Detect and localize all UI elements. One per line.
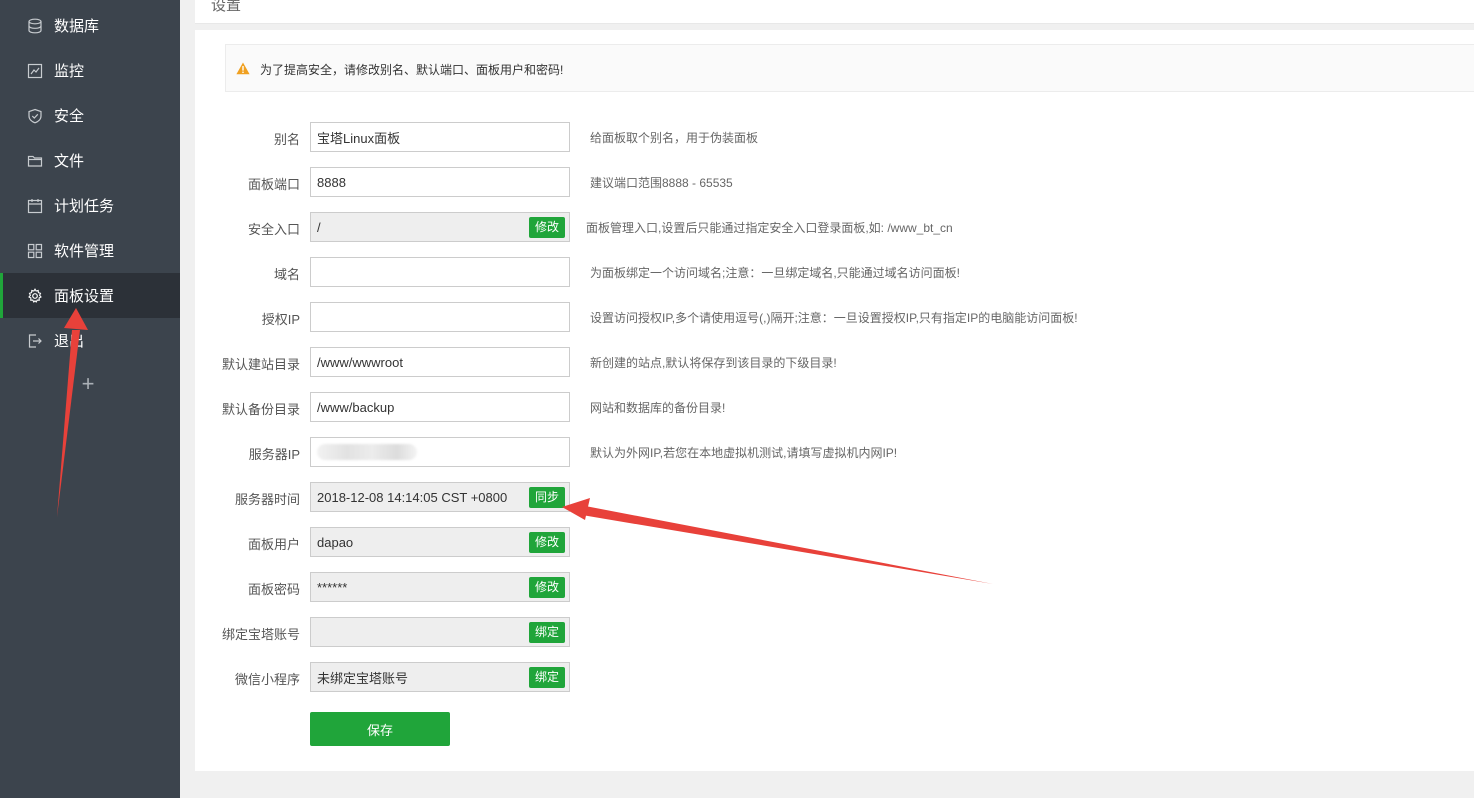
field-label: 微信小程序	[234, 672, 300, 687]
sidebar: 数据库 监控 安全 文件 计划任务 软件管理 面板设置 退出 +	[0, 0, 180, 798]
field-hint: 默认为外网IP,若您在本地虚拟机测试,请填写虚拟机内网IP!	[590, 446, 898, 460]
form-row-panel-password: 面板密码 ****** 修改	[195, 572, 1474, 602]
page-title: 设置	[211, 0, 242, 14]
sidebar-item-label: 面板设置	[54, 288, 115, 305]
bind-account-field: 绑定	[310, 617, 570, 647]
sidebar-item-label: 退出	[54, 333, 85, 350]
field-value: 2018-12-08 14:14:05 CST +0800	[317, 489, 508, 505]
form-row-domain: 域名 为面板绑定一个访问域名;注意：一旦绑定域名,只能通过域名访问面板!	[195, 257, 1474, 287]
field-hint: 为面板绑定一个访问域名;注意：一旦绑定域名,只能通过域名访问面板!	[590, 266, 961, 280]
field-label: 面板端口	[247, 177, 300, 192]
sidebar-item-security[interactable]: 安全	[0, 93, 180, 138]
field-label: 默认备份目录	[221, 402, 300, 417]
field-label: 域名	[273, 267, 300, 282]
folder-icon	[26, 152, 43, 169]
domain-input[interactable]	[310, 257, 570, 287]
form-row-alias: 别名 给面板取个别名，用于伪装面板	[195, 122, 1474, 152]
sidebar-item-label: 文件	[54, 153, 85, 170]
field-hint: 给面板取个别名，用于伪装面板	[590, 131, 759, 145]
field-label: 绑定宝塔账号	[221, 627, 300, 642]
panel-user-field: dapao 修改	[310, 527, 570, 557]
logout-icon	[26, 332, 43, 349]
calendar-icon	[26, 197, 43, 214]
field-label: 授权IP	[261, 312, 300, 327]
field-value: ******	[317, 579, 348, 595]
site-dir-input[interactable]	[310, 347, 570, 377]
form-row-server-time: 服务器时间 2018-12-08 14:14:05 CST +0800 同步	[195, 482, 1474, 512]
form-row-backup-dir: 默认备份目录 网站和数据库的备份目录!	[195, 392, 1474, 422]
bind-wechat-button[interactable]: 绑定	[528, 667, 565, 688]
field-label: 面板用户	[247, 537, 300, 552]
page-header: 设置	[195, 0, 1474, 24]
monitor-icon	[26, 62, 43, 79]
backup-dir-input[interactable]	[310, 392, 570, 422]
form-row-authorized-ip: 授权IP 设置访问授权IP,多个请使用逗号(,)隔开;注意：一旦设置授权IP,只…	[195, 302, 1474, 332]
sidebar-item-monitor[interactable]: 监控	[0, 48, 180, 93]
save-button[interactable]: 保存	[310, 712, 450, 746]
shield-icon	[26, 107, 43, 124]
port-input[interactable]	[310, 167, 570, 197]
form-row-site-dir: 默认建站目录 新创建的站点,默认将保存到该目录的下级目录!	[195, 347, 1474, 377]
settings-panel: 为了提高安全，请修改别名、默认端口、面板用户和密码! 别名 给面板取个别名，用于…	[195, 30, 1474, 771]
field-value: /	[317, 219, 321, 235]
notice-text: 为了提高安全，请修改别名、默认端口、面板用户和密码!	[260, 63, 564, 77]
sidebar-item-logout[interactable]: 退出	[0, 318, 180, 363]
wechat-miniapp-field: 未绑定宝塔账号 绑定	[310, 662, 570, 692]
sidebar-item-label: 数据库	[54, 18, 100, 35]
form-row-security-entry: 安全入口 / 修改 面板管理入口,设置后只能通过指定安全入口登录面板,如: /w…	[195, 212, 1474, 242]
security-notice: 为了提高安全，请修改别名、默认端口、面板用户和密码!	[225, 44, 1474, 92]
field-label: 别名	[273, 132, 300, 147]
sidebar-item-panel-settings[interactable]: 面板设置	[0, 273, 180, 318]
bind-account-button[interactable]: 绑定	[528, 622, 565, 643]
field-hint: 设置访问授权IP,多个请使用逗号(,)隔开;注意：一旦设置授权IP,只有指定IP…	[590, 311, 1078, 325]
grid-icon	[26, 242, 43, 259]
server-time-field: 2018-12-08 14:14:05 CST +0800 同步	[310, 482, 570, 512]
authorized-ip-input[interactable]	[310, 302, 570, 332]
sidebar-item-files[interactable]: 文件	[0, 138, 180, 183]
field-hint: 面板管理入口,设置后只能通过指定安全入口登录面板,如: /www_bt_cn	[586, 221, 953, 235]
sidebar-item-label: 安全	[54, 108, 85, 125]
field-label: 服务器时间	[234, 492, 300, 507]
sidebar-item-label: 监控	[54, 63, 85, 80]
modify-password-button[interactable]: 修改	[528, 577, 565, 598]
form-row-bind-account: 绑定宝塔账号 绑定	[195, 617, 1474, 647]
field-hint: 网站和数据库的备份目录!	[590, 401, 726, 415]
redacted-ip-blur	[317, 444, 417, 460]
sidebar-item-cron[interactable]: 计划任务	[0, 183, 180, 228]
panel-password-field: ****** 修改	[310, 572, 570, 602]
gear-icon	[26, 287, 43, 304]
sidebar-item-database[interactable]: 数据库	[0, 3, 180, 48]
form-row-port: 面板端口 建议端口范围8888 - 65535	[195, 167, 1474, 197]
database-icon	[26, 17, 43, 34]
alias-input[interactable]	[310, 122, 570, 152]
security-entry-field: / 修改	[310, 212, 570, 242]
field-hint: 建议端口范围8888 - 65535	[590, 176, 733, 190]
form-row-panel-user: 面板用户 dapao 修改	[195, 527, 1474, 557]
field-label: 面板密码	[247, 582, 300, 597]
sidebar-item-label: 计划任务	[54, 198, 115, 215]
modify-user-button[interactable]: 修改	[528, 532, 565, 553]
field-value: 未绑定宝塔账号	[317, 670, 409, 686]
form-row-wechat-miniapp: 微信小程序 未绑定宝塔账号 绑定	[195, 662, 1474, 692]
sidebar-add-button[interactable]: +	[78, 372, 98, 396]
form-row-server-ip: 服务器IP 默认为外网IP,若您在本地虚拟机测试,请填写虚拟机内网IP!	[195, 437, 1474, 467]
warning-icon	[236, 62, 250, 75]
field-label: 安全入口	[247, 222, 300, 237]
field-label: 默认建站目录	[221, 357, 300, 372]
field-label: 服务器IP	[248, 447, 300, 462]
sync-time-button[interactable]: 同步	[528, 487, 565, 508]
server-ip-input[interactable]	[310, 437, 570, 467]
sidebar-item-software[interactable]: 软件管理	[0, 228, 180, 273]
sidebar-item-label: 软件管理	[54, 243, 115, 260]
modify-security-entry-button[interactable]: 修改	[528, 217, 565, 238]
field-hint: 新创建的站点,默认将保存到该目录的下级目录!	[590, 356, 837, 370]
field-value: dapao	[317, 534, 354, 550]
